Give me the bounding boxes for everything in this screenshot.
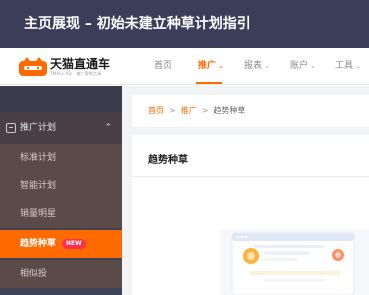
chevron-down-icon: ⌄ (218, 62, 224, 70)
sidebar-group-plans[interactable]: 推广计划 ⌃ (0, 112, 122, 144)
new-badge: NEW (62, 238, 86, 249)
sidebar-item-trend-seeding[interactable]: 趋势种草 NEW (0, 230, 122, 258)
nav-item-promote[interactable]: 推广 ⌄ (198, 48, 224, 85)
chevron-down-icon: ⌄ (264, 62, 270, 70)
nav-item-tools[interactable]: 工具 ⌄ (335, 48, 361, 85)
empty-state-illustration (220, 229, 369, 295)
sidebar-item-label: 趋势种草 (20, 239, 57, 249)
breadcrumb-current: 趋势种草 (213, 106, 246, 115)
chevron-down-icon: ⌄ (310, 62, 316, 70)
tmall-cat-icon (19, 57, 47, 76)
page-banner-title: 主页展现 – 初始未建立种草计划指引 (0, 0, 369, 48)
sidebar-item-label: 标准计划 (20, 153, 57, 163)
breadcrumb-link-promote[interactable]: 推广 (181, 106, 197, 115)
nav-item-label: 账户 (290, 61, 309, 71)
sidebar: 推广计划 ⌃ 标准计划 智能计划 销量明星 趋势种草 NEW 相似投 (0, 86, 122, 295)
top-navbar: 天猫直通车 TMALL AD · 推广营销工具 首页 推广 ⌄ 报表 ⌄ 账户 ⌄ 工… (0, 48, 369, 85)
nav-item-label: 首页 (154, 61, 173, 71)
sidebar-item-similar[interactable]: 相似投 (0, 260, 122, 288)
sidebar-spacer (0, 86, 122, 112)
nav-item-label: 工具 (335, 61, 354, 71)
nav-item-reports[interactable]: 报表 ⌄ (244, 48, 270, 85)
main-content: 首页 > 推广 > 趋势种草 趋势种草 (122, 86, 369, 295)
content-panel: 趋势种草 (132, 135, 369, 295)
nav-item-account[interactable]: 账户 ⌄ (290, 48, 316, 85)
plan-icon (6, 123, 16, 133)
sidebar-item-sales-star[interactable]: 销量明星 (0, 200, 122, 228)
sidebar-item-standard-plan[interactable]: 标准计划 (0, 144, 122, 172)
chevron-down-icon: ⌄ (355, 62, 361, 70)
breadcrumb-separator: > (201, 106, 209, 115)
panel-divider (132, 176, 369, 177)
nav-item-label: 报表 (244, 61, 263, 71)
active-tab-indicator (196, 82, 222, 84)
brand-title: 天猫直通车 (50, 57, 111, 71)
brand-logo[interactable]: 天猫直通车 TMALL AD · 推广营销工具 (18, 54, 128, 79)
brand-subtitle: TMALL AD · 推广营销工具 (50, 71, 102, 76)
breadcrumb-link-home[interactable]: 首页 (148, 106, 164, 115)
chevron-up-icon: ⌃ (104, 123, 112, 133)
nav-item-home[interactable]: 首页 (154, 48, 172, 85)
sidebar-group-label: 推广计划 (20, 123, 57, 133)
breadcrumb: 首页 > 推广 > 趋势种草 (132, 95, 369, 127)
panel-title: 趋势种草 (148, 155, 188, 166)
sidebar-item-smart-plan[interactable]: 智能计划 (0, 172, 122, 200)
breadcrumb-separator: > (169, 106, 176, 115)
sidebar-item-label: 相似投 (20, 269, 48, 279)
sidebar-item-label: 智能计划 (20, 181, 57, 191)
nav-item-label: 推广 (198, 61, 217, 71)
sidebar-item-label: 销量明星 (20, 209, 57, 219)
